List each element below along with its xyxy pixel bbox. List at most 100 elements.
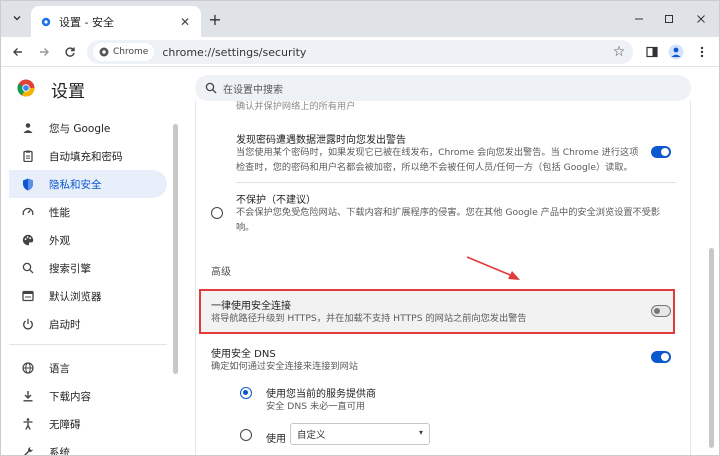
sidebar-item-label: 性能	[49, 206, 70, 219]
current-provider-desc: 安全 DNS 未必一直可用	[266, 401, 366, 412]
custom-provider-radio[interactable]	[240, 429, 252, 441]
sidebar-item-performance[interactable]: 性能	[9, 198, 167, 226]
search-icon	[205, 82, 217, 94]
close-window-button[interactable]	[689, 9, 713, 29]
palette-icon	[21, 233, 35, 247]
settings-sidebar: 您与 Google 自动填充和密码 隐私和安全 性能 外观 搜索引擎 默认浏览器	[1, 108, 177, 456]
new-tab-button[interactable]: +	[205, 9, 225, 29]
power-icon	[21, 317, 35, 331]
security-settings-card: 确认并保护网络上的所有用户 发现密码遭遇数据泄露时向您发出警告 当您使用某个密码…	[195, 101, 691, 455]
back-arrow-icon	[13, 48, 22, 56]
forward-arrow-icon	[40, 48, 49, 56]
leak-warning-toggle[interactable]	[651, 146, 671, 158]
bookmark-star-icon[interactable]: ☆	[609, 44, 629, 60]
current-provider-radio[interactable]	[240, 387, 252, 399]
sidebar-item-downloads[interactable]: 下载内容	[9, 382, 167, 410]
custom-provider-select[interactable]: 自定义 ▾	[290, 423, 430, 445]
sidebar-item-label: 您与 Google	[49, 122, 111, 135]
menu-button[interactable]	[691, 41, 713, 63]
url-text: chrome://settings/security	[162, 45, 307, 59]
browser-icon	[21, 289, 35, 303]
profile-button[interactable]	[665, 41, 687, 63]
sidebar-item-on-startup[interactable]: 启动时	[9, 310, 167, 338]
minimize-button[interactable]	[627, 9, 651, 29]
site-info-chip[interactable]: Chrome	[93, 43, 155, 61]
leak-warning-desc-1: 当您使用某个密码时，如果发现它已被在线发布，Chrome 会向您发出警告。当 C…	[236, 147, 639, 158]
browser-window: 设置 - 安全 ✕ + Chrome chrome://settings/sec…	[0, 0, 720, 456]
https-first-toggle[interactable]	[651, 305, 671, 317]
no-protection-radio[interactable]	[211, 207, 223, 219]
sidebar-item-label: 无障碍	[49, 418, 81, 431]
maximize-button[interactable]	[657, 9, 681, 29]
sidebar-scroll-thumb[interactable]	[173, 124, 178, 374]
sidebar-item-languages[interactable]: 语言	[9, 354, 167, 382]
custom-provider-label: 使用	[266, 434, 286, 445]
close-icon	[697, 15, 705, 23]
tab-strip: 设置 - 安全 ✕ +	[1, 1, 719, 37]
sidebar-item-label: 系统	[49, 446, 70, 456]
secure-dns-title: 使用安全 DNS	[211, 349, 276, 360]
sidebar-item-autofill[interactable]: 自动填充和密码	[9, 142, 167, 170]
sidebar-item-label: 隐私和安全	[49, 178, 102, 191]
minimize-icon	[635, 18, 643, 20]
sidebar-item-label: 语言	[49, 362, 70, 375]
sidebar-item-privacy-security[interactable]: 隐私和安全	[9, 170, 167, 198]
sidebar-item-accessibility[interactable]: 无障碍	[9, 410, 167, 438]
side-panel-button[interactable]	[641, 41, 663, 63]
sidebar-item-search-engine[interactable]: 搜索引擎	[9, 254, 167, 282]
tab-search-button[interactable]	[7, 8, 27, 28]
sidebar-item-label: 默认浏览器	[49, 290, 102, 303]
https-first-desc: 将导航路径升级到 HTTPS，并在加载不支持 HTTPS 的网站之前向您发出警告	[211, 313, 527, 324]
globe-icon	[21, 361, 35, 375]
secure-dns-desc: 确定如何通过安全连接来连接到网站	[211, 361, 358, 372]
settings-search-input[interactable]: 在设置中搜索	[195, 75, 691, 101]
more-vert-icon	[700, 46, 704, 58]
sidebar-scrollbar[interactable]	[171, 108, 179, 455]
reload-button[interactable]	[59, 41, 81, 63]
sidebar-item-label: 启动时	[49, 318, 81, 331]
sidebar-item-you-and-google[interactable]: 您与 Google	[9, 114, 167, 142]
sidebar-divider	[9, 344, 167, 345]
page-title: 设置	[51, 82, 85, 102]
no-protection-desc-2: 响。	[236, 222, 255, 233]
accessibility-icon	[21, 417, 35, 431]
cut-off-text: 确认并保护网络上的所有用户	[236, 101, 356, 112]
back-button[interactable]	[7, 41, 29, 63]
divider	[236, 182, 676, 183]
person-icon	[21, 121, 35, 135]
sidebar-item-label: 自动填充和密码	[49, 150, 123, 163]
tab-title: 设置 - 安全	[59, 15, 114, 29]
forward-button[interactable]	[33, 41, 55, 63]
toolbar: Chrome chrome://settings/security ☆	[1, 37, 719, 67]
sidebar-item-default-browser[interactable]: 默认浏览器	[9, 282, 167, 310]
sidebar-item-label: 搜索引擎	[49, 262, 91, 275]
sidebar-item-label: 下载内容	[49, 390, 91, 403]
search-icon	[21, 261, 35, 275]
avatar-icon	[668, 44, 684, 60]
secure-dns-toggle[interactable]	[651, 351, 671, 363]
maximize-icon	[665, 15, 673, 23]
speedometer-icon	[21, 205, 35, 219]
active-tab[interactable]: 设置 - 安全 ✕	[31, 6, 201, 37]
side-panel-icon	[646, 46, 658, 58]
select-value: 自定义	[297, 430, 326, 441]
leak-warning-desc-2: 检查时，您的密码和用户名都会被加密，所以绝不会被任何人员/任何一方（包括 Goo…	[236, 162, 633, 173]
shield-icon	[21, 177, 35, 191]
chrome-logo-icon	[99, 47, 109, 57]
download-icon	[21, 389, 35, 403]
main-scroll-thumb[interactable]	[709, 248, 714, 448]
sidebar-item-label: 外观	[49, 234, 70, 247]
close-tab-icon[interactable]: ✕	[177, 15, 193, 29]
no-protection-desc-1: 不会保护您免受危险网站、下载内容和扩展程序的侵害。您在其他 Google 产品中…	[236, 207, 661, 218]
reload-icon	[65, 47, 75, 57]
settings-gear-icon	[39, 15, 53, 29]
chip-label: Chrome	[113, 47, 149, 57]
chrome-logo-icon	[17, 79, 35, 97]
address-bar[interactable]: Chrome chrome://settings/security ☆	[87, 40, 633, 64]
main-scrollbar[interactable]	[707, 108, 717, 455]
sidebar-item-system[interactable]: 系统	[9, 438, 167, 456]
sidebar-item-appearance[interactable]: 外观	[9, 226, 167, 254]
leak-warning-title: 发现密码遭遇数据泄露时向您发出警告	[236, 135, 406, 146]
no-protection-title: 不保护（不建议）	[236, 195, 316, 206]
search-placeholder: 在设置中搜索	[223, 84, 283, 96]
